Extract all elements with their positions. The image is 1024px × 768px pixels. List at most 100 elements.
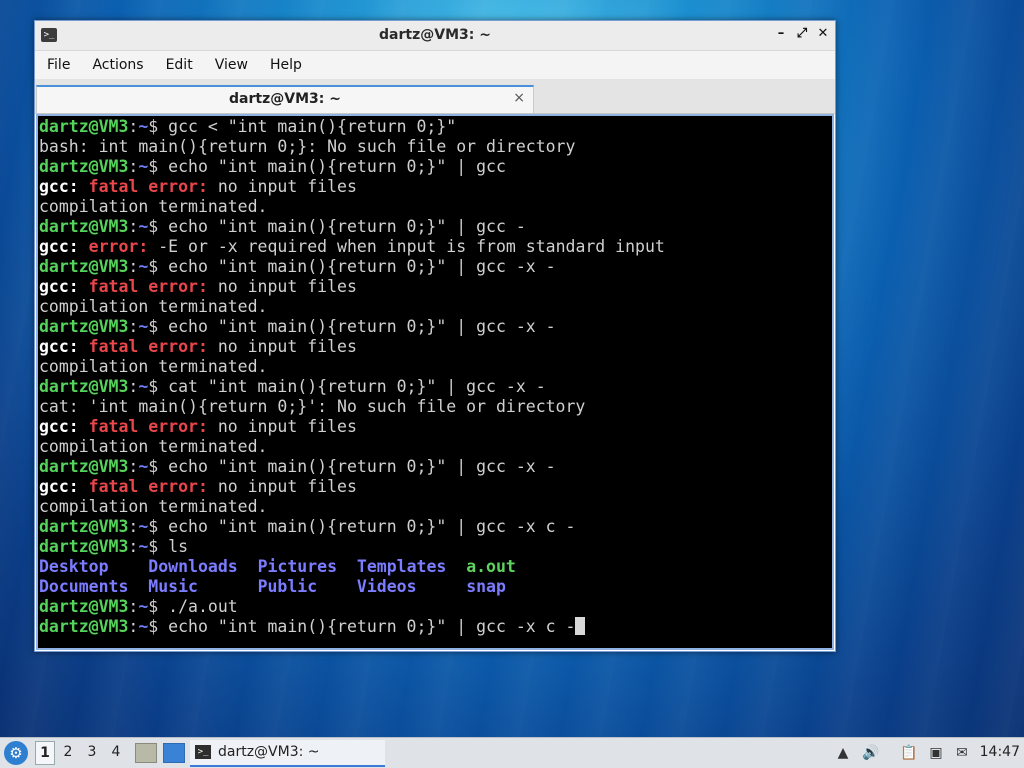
task-label: dartz@VM3: ~ (218, 744, 320, 760)
volume-icon[interactable]: 🔊 (862, 744, 880, 762)
terminal-segment: compilation terminated. (39, 497, 268, 516)
terminal-line: Documents Music Public Videos snap (39, 577, 832, 597)
terminal-line: dartz@VM3:~$ gcc < "int main(){return 0;… (39, 117, 832, 137)
tab-close-icon[interactable]: × (513, 90, 525, 106)
taskbar-task-terminal[interactable]: >_ dartz@VM3: ~ (190, 740, 385, 767)
terminal-segment: dartz@VM3 (39, 377, 129, 396)
terminal-segment: dartz@VM3 (39, 317, 129, 336)
close-button[interactable]: ✕ (815, 26, 831, 42)
workspace-2[interactable]: 2 (59, 744, 77, 760)
terminal-segment: gcc: (39, 177, 89, 196)
terminal-line: Desktop Downloads Pictures Templates a.o… (39, 557, 832, 577)
taskbar: ⚙ 1 2 3 4 >_ dartz@VM3: ~ ▲ 🔊 📋 ▣ ✉ 14:4… (0, 737, 1024, 768)
terminal-line: dartz@VM3:~$ echo "int main(){return 0;}… (39, 517, 832, 537)
network-icon[interactable]: ▣ (927, 744, 945, 762)
terminal-segment: ~ (138, 457, 149, 476)
menu-bar: File Actions Edit View Help (35, 51, 835, 79)
terminal-segment: : (128, 597, 139, 616)
tab-label: dartz@VM3: ~ (229, 91, 341, 107)
terminal-segment: : (128, 157, 139, 176)
terminal-segment: $ echo "int main(){return 0;}" | gcc (148, 157, 506, 176)
show-desktop-icon[interactable] (163, 743, 185, 763)
terminal-line: bash: int main(){return 0;}: No such fil… (39, 137, 832, 157)
terminal-segment: : (128, 217, 139, 236)
terminal-line: dartz@VM3:~$ echo "int main(){return 0;}… (39, 457, 832, 477)
terminal-segment: no input files (217, 277, 357, 296)
terminal-segment: : (128, 257, 139, 276)
terminal-segment: dartz@VM3 (39, 217, 129, 236)
clipboard-icon[interactable]: 📋 (900, 744, 918, 762)
terminal-segment: no input files (217, 417, 357, 436)
terminal-segment: compilation terminated. (39, 297, 268, 316)
terminal-segment: gcc: (39, 237, 89, 256)
terminal-segment: : (128, 117, 139, 136)
terminal-segment: dartz@VM3 (39, 617, 129, 636)
terminal-line: compilation terminated. (39, 297, 832, 317)
terminal-segment: ~ (138, 517, 149, 536)
workspace-3[interactable]: 3 (83, 744, 101, 760)
window-titlebar[interactable]: >_ dartz@VM3: ~ – ⤢ ✕ (35, 21, 835, 51)
terminal-segment: : (128, 617, 139, 636)
terminal-segment: Desktop (39, 557, 149, 576)
start-menu-icon[interactable]: ⚙ (4, 741, 28, 765)
terminal-line: compilation terminated. (39, 437, 832, 457)
terminal-segment: Templates (356, 557, 467, 576)
terminal-line: compilation terminated. (39, 357, 832, 377)
terminal-segment: ~ (138, 117, 149, 136)
file-manager-icon[interactable] (135, 743, 157, 763)
terminal-line: compilation terminated. (39, 197, 832, 217)
terminal-segment: Pictures (257, 557, 357, 576)
terminal-segment: gcc: (39, 417, 89, 436)
terminal-segment: $ echo "int main(){return 0;}" | gcc - (148, 217, 526, 236)
terminal-segment: $ cat "int main(){return 0;}" | gcc -x - (148, 377, 546, 396)
terminal-segment: dartz@VM3 (39, 457, 129, 476)
terminal-segment: gcc: (39, 477, 89, 496)
terminal-segment: dartz@VM3 (39, 157, 129, 176)
terminal-segment: ~ (138, 157, 149, 176)
terminal-line: gcc: fatal error: no input files (39, 477, 832, 497)
terminal-segment: ~ (138, 317, 149, 336)
menu-help[interactable]: Help (262, 57, 310, 73)
terminal-segment: fatal error: (88, 177, 218, 196)
tab-terminal[interactable]: dartz@VM3: ~ × (36, 85, 534, 113)
terminal-segment: Downloads (148, 557, 258, 576)
terminal-line: gcc: fatal error: no input files (39, 417, 832, 437)
terminal-segment: $ echo "int main(){return 0;}" | gcc -x … (148, 457, 556, 476)
terminal-line: dartz@VM3:~$ echo "int main(){return 0;}… (39, 617, 832, 637)
clipboard-upload-icon[interactable]: ▲ (834, 744, 852, 762)
menu-file[interactable]: File (39, 57, 78, 73)
maximize-button[interactable]: ⤢ (794, 26, 810, 42)
terminal-segment: : (128, 517, 139, 536)
notification-icon[interactable]: ✉ (953, 744, 971, 762)
terminal-segment: error: (88, 237, 159, 256)
terminal-segment: $ gcc < "int main(){return 0;}" (148, 117, 457, 136)
terminal-segment: fatal error: (88, 477, 218, 496)
terminal-segment: $ ./a.out (148, 597, 238, 616)
menu-view[interactable]: View (207, 57, 256, 73)
minimize-button[interactable]: – (773, 26, 789, 42)
terminal-segment: : (128, 537, 139, 556)
terminal-line: dartz@VM3:~$ ./a.out (39, 597, 832, 617)
menu-edit[interactable]: Edit (158, 57, 201, 73)
terminal-line: gcc: error: -E or -x required when input… (39, 237, 832, 257)
terminal-line: dartz@VM3:~$ echo "int main(){return 0;}… (39, 157, 832, 177)
terminal-output[interactable]: dartz@VM3:~$ gcc < "int main(){return 0;… (36, 114, 834, 650)
terminal-line: gcc: fatal error: no input files (39, 277, 832, 297)
terminal-segment: no input files (217, 337, 357, 356)
terminal-segment: dartz@VM3 (39, 257, 129, 276)
terminal-segment: a.out (466, 557, 516, 576)
terminal-segment: : (128, 457, 139, 476)
workspace-1[interactable]: 1 (35, 741, 55, 765)
terminal-segment: $ echo "int main(){return 0;}" | gcc -x … (148, 257, 556, 276)
terminal-segment: : (128, 317, 139, 336)
terminal-line: cat: 'int main(){return 0;}': No such fi… (39, 397, 832, 417)
terminal-window[interactable]: >_ dartz@VM3: ~ – ⤢ ✕ File Actions Edit … (34, 20, 836, 652)
terminal-line: dartz@VM3:~$ cat "int main(){return 0;}"… (39, 377, 832, 397)
terminal-segment: Videos (356, 577, 467, 596)
terminal-segment: -E or -x required when input is from sta… (158, 237, 665, 256)
terminal-segment: ~ (138, 217, 149, 236)
menu-actions[interactable]: Actions (84, 57, 151, 73)
terminal-line: gcc: fatal error: no input files (39, 337, 832, 357)
terminal-segment: $ ls (148, 537, 189, 556)
workspace-4[interactable]: 4 (107, 744, 125, 760)
